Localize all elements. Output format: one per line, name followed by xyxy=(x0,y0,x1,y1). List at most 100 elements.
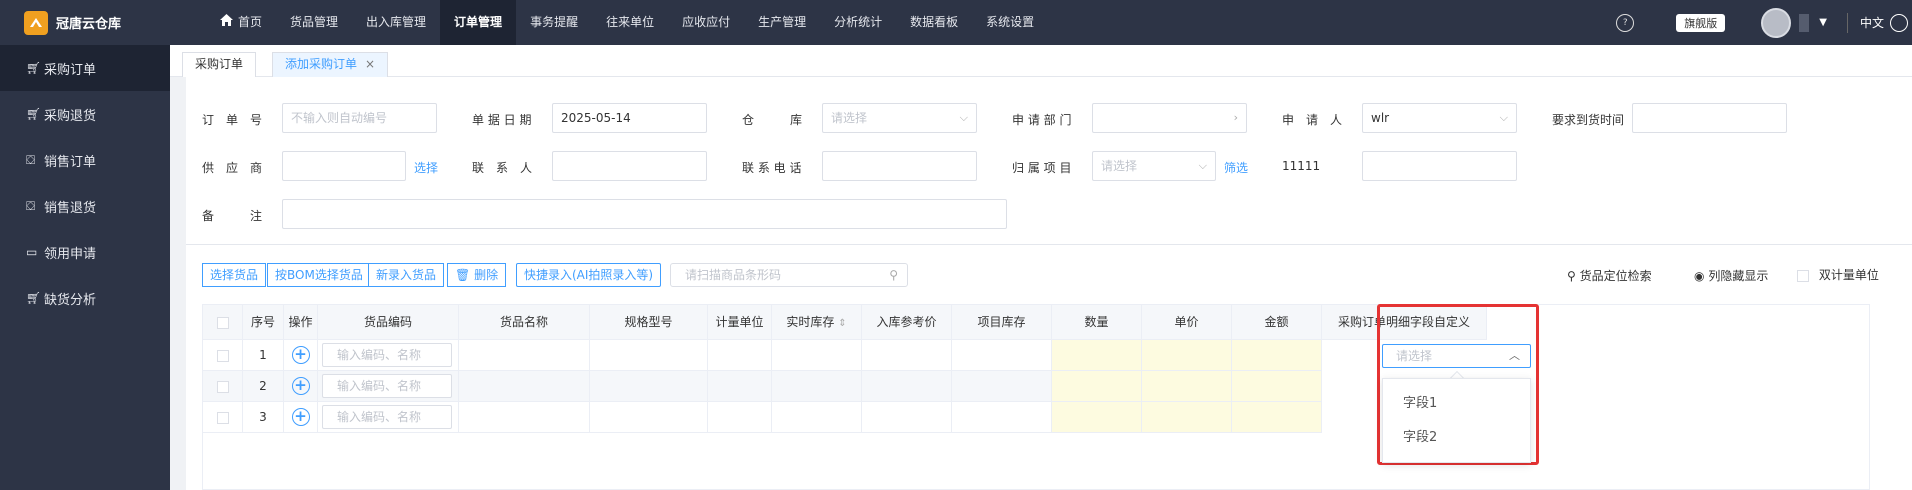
contact-input[interactable] xyxy=(552,151,707,181)
row-number: 1 xyxy=(243,340,284,371)
row-checkbox[interactable] xyxy=(216,411,229,424)
applicant-value: wlr xyxy=(1371,111,1390,125)
applicant-select[interactable]: wlr ⌵ xyxy=(1362,103,1517,133)
row-checkbox[interactable] xyxy=(216,380,229,393)
cell xyxy=(772,340,862,371)
nav-orders[interactable]: 订单管理 xyxy=(440,0,517,45)
locate-goods-button[interactable]: ⚲ 货品定位检索 xyxy=(1567,267,1652,284)
select-all-checkbox[interactable] xyxy=(216,316,229,329)
tab-add-purchase-order[interactable]: 添加采购订单 × xyxy=(272,52,389,77)
price-cell[interactable] xyxy=(1142,371,1232,402)
dept-select[interactable]: › xyxy=(1092,103,1247,133)
row-select[interactable] xyxy=(203,402,243,433)
nav-goods[interactable]: 货品管理 xyxy=(276,0,352,45)
goods-code-input[interactable]: 输入编码、名称 xyxy=(322,405,452,429)
cell xyxy=(708,402,772,433)
barcode-scan-input[interactable]: 请扫描商品条形码 ⚲ xyxy=(670,263,908,287)
custom-field-select[interactable]: 请选择 ︿ xyxy=(1382,344,1531,368)
brand[interactable]: 冠唐云仓库 xyxy=(0,0,170,45)
top-bar: 冠唐云仓库 首页 货品管理 出入库管理 订单管理 事务提醒 往来单位 应收应付 … xyxy=(0,0,1912,45)
project-select[interactable]: 请选择 ⌵ xyxy=(1092,151,1216,181)
sidebar-item-label: 领用申请 xyxy=(44,246,97,262)
globe-icon[interactable] xyxy=(1890,13,1908,32)
date-input[interactable]: 2025-05-14 xyxy=(552,103,707,133)
custom-field-input[interactable] xyxy=(1362,151,1517,181)
nav-production[interactable]: 生产管理 xyxy=(744,0,820,45)
dual-unit-checkbox[interactable] xyxy=(1797,269,1809,282)
delete-button[interactable]: 🗑︎ 删除 xyxy=(447,263,507,287)
nav-inout[interactable]: 出入库管理 xyxy=(352,0,440,45)
nav-settings[interactable]: 系统设置 xyxy=(972,0,1048,45)
search-icon: ⚲ xyxy=(889,268,898,282)
chevron-down-icon[interactable]: ▼ xyxy=(1819,17,1827,28)
sidebar-item-requisition[interactable]: ▭ 领用申请 xyxy=(0,229,170,275)
add-row-icon[interactable]: + xyxy=(291,377,310,395)
quantity-cell[interactable] xyxy=(1052,371,1142,402)
supplier-select-link[interactable]: 选择 xyxy=(414,159,438,176)
avatar[interactable] xyxy=(1761,7,1792,38)
bag-icon: ⛋ xyxy=(26,152,36,167)
tab-purchase-order[interactable]: 采购订单 xyxy=(182,52,257,77)
sidebar-item-purchase-return[interactable]: 🛒︎ 采购退货 xyxy=(0,91,170,137)
header-select-all[interactable] xyxy=(203,305,243,340)
sidebar-item-label: 销售订单 xyxy=(44,154,97,170)
goods-code-input[interactable]: 输入编码、名称 xyxy=(322,374,452,398)
help-icon[interactable]: ? xyxy=(1616,13,1635,32)
supplier-input[interactable] xyxy=(282,151,406,181)
phone-input[interactable] xyxy=(822,151,977,181)
sort-icon[interactable]: ⇕ xyxy=(838,318,846,329)
amount-cell[interactable] xyxy=(1232,340,1322,371)
nav-receivables[interactable]: 应收应付 xyxy=(668,0,744,45)
column-header-stock[interactable]: 实时库存 ⇕ xyxy=(772,305,862,340)
cell xyxy=(862,340,952,371)
locate-label: 货品定位检索 xyxy=(1579,269,1652,283)
price-cell[interactable] xyxy=(1142,340,1232,371)
quantity-cell[interactable] xyxy=(1052,402,1142,433)
row-code-cell: 输入编码、名称 xyxy=(318,371,459,402)
cell xyxy=(590,340,708,371)
cart-icon: 🛒︎ xyxy=(26,61,42,75)
row-select[interactable] xyxy=(203,340,243,371)
dropdown-option[interactable]: 字段2 xyxy=(1383,421,1530,455)
brand-name: 冠唐云仓库 xyxy=(56,17,122,32)
cell xyxy=(590,371,708,402)
order-no-input[interactable]: 不输入则自动编号 xyxy=(282,103,437,133)
new-goods-button[interactable]: 新录入货品 xyxy=(368,263,445,287)
remark-input[interactable] xyxy=(282,199,1007,229)
sidebar-item-sales-order[interactable]: ⛋ 销售订单 xyxy=(0,137,170,183)
amount-cell[interactable] xyxy=(1232,371,1322,402)
dropdown-option[interactable]: 字段1 xyxy=(1383,387,1530,421)
price-cell[interactable] xyxy=(1142,402,1232,433)
nav-home[interactable]: 首页 xyxy=(206,0,276,45)
nav-reminders[interactable]: 事务提醒 xyxy=(516,0,592,45)
sidebar-item-purchase-order[interactable]: 🛒︎ 采购订单 xyxy=(0,45,170,91)
bag-icon: ⛋ xyxy=(26,198,36,213)
dual-unit-toggle[interactable]: 双计量单位 xyxy=(1797,266,1879,283)
due-time-input[interactable] xyxy=(1632,103,1787,133)
goods-code-input[interactable]: 输入编码、名称 xyxy=(322,343,452,367)
close-icon[interactable]: × xyxy=(365,57,375,71)
sidebar-item-shortage[interactable]: 🛒︎ 缺货分析 xyxy=(0,275,170,321)
column-header: 序号 xyxy=(243,305,284,340)
chevron-down-icon: ⌵ xyxy=(1499,111,1508,124)
nav-dashboard[interactable]: 数据看板 xyxy=(896,0,972,45)
language-label[interactable]: 中文 xyxy=(1860,14,1884,31)
amount-cell[interactable] xyxy=(1232,402,1322,433)
row-add-cell: + xyxy=(284,402,318,433)
row-checkbox[interactable] xyxy=(216,349,229,362)
quantity-cell[interactable] xyxy=(1052,340,1142,371)
sidebar-item-sales-return[interactable]: ⛋ 销售退货 xyxy=(0,183,170,229)
cell xyxy=(459,371,590,402)
add-row-icon[interactable]: + xyxy=(291,346,310,364)
row-number: 2 xyxy=(243,371,284,402)
nav-partners[interactable]: 往来单位 xyxy=(592,0,668,45)
add-row-icon[interactable]: + xyxy=(291,408,310,426)
row-select[interactable] xyxy=(203,371,243,402)
nav-analytics[interactable]: 分析统计 xyxy=(820,0,896,45)
project-filter-link[interactable]: 筛选 xyxy=(1224,159,1248,176)
select-goods-button[interactable]: 选择货品 xyxy=(202,263,267,287)
column-visibility-button[interactable]: ◉ 列隐藏显示 xyxy=(1694,267,1768,284)
quick-entry-button[interactable]: 快捷录入(AI拍照录入等) xyxy=(516,263,662,287)
bom-select-button[interactable]: 按BOM选择货品 xyxy=(267,263,371,287)
warehouse-select[interactable]: 请选择 ⌵ xyxy=(822,103,977,133)
